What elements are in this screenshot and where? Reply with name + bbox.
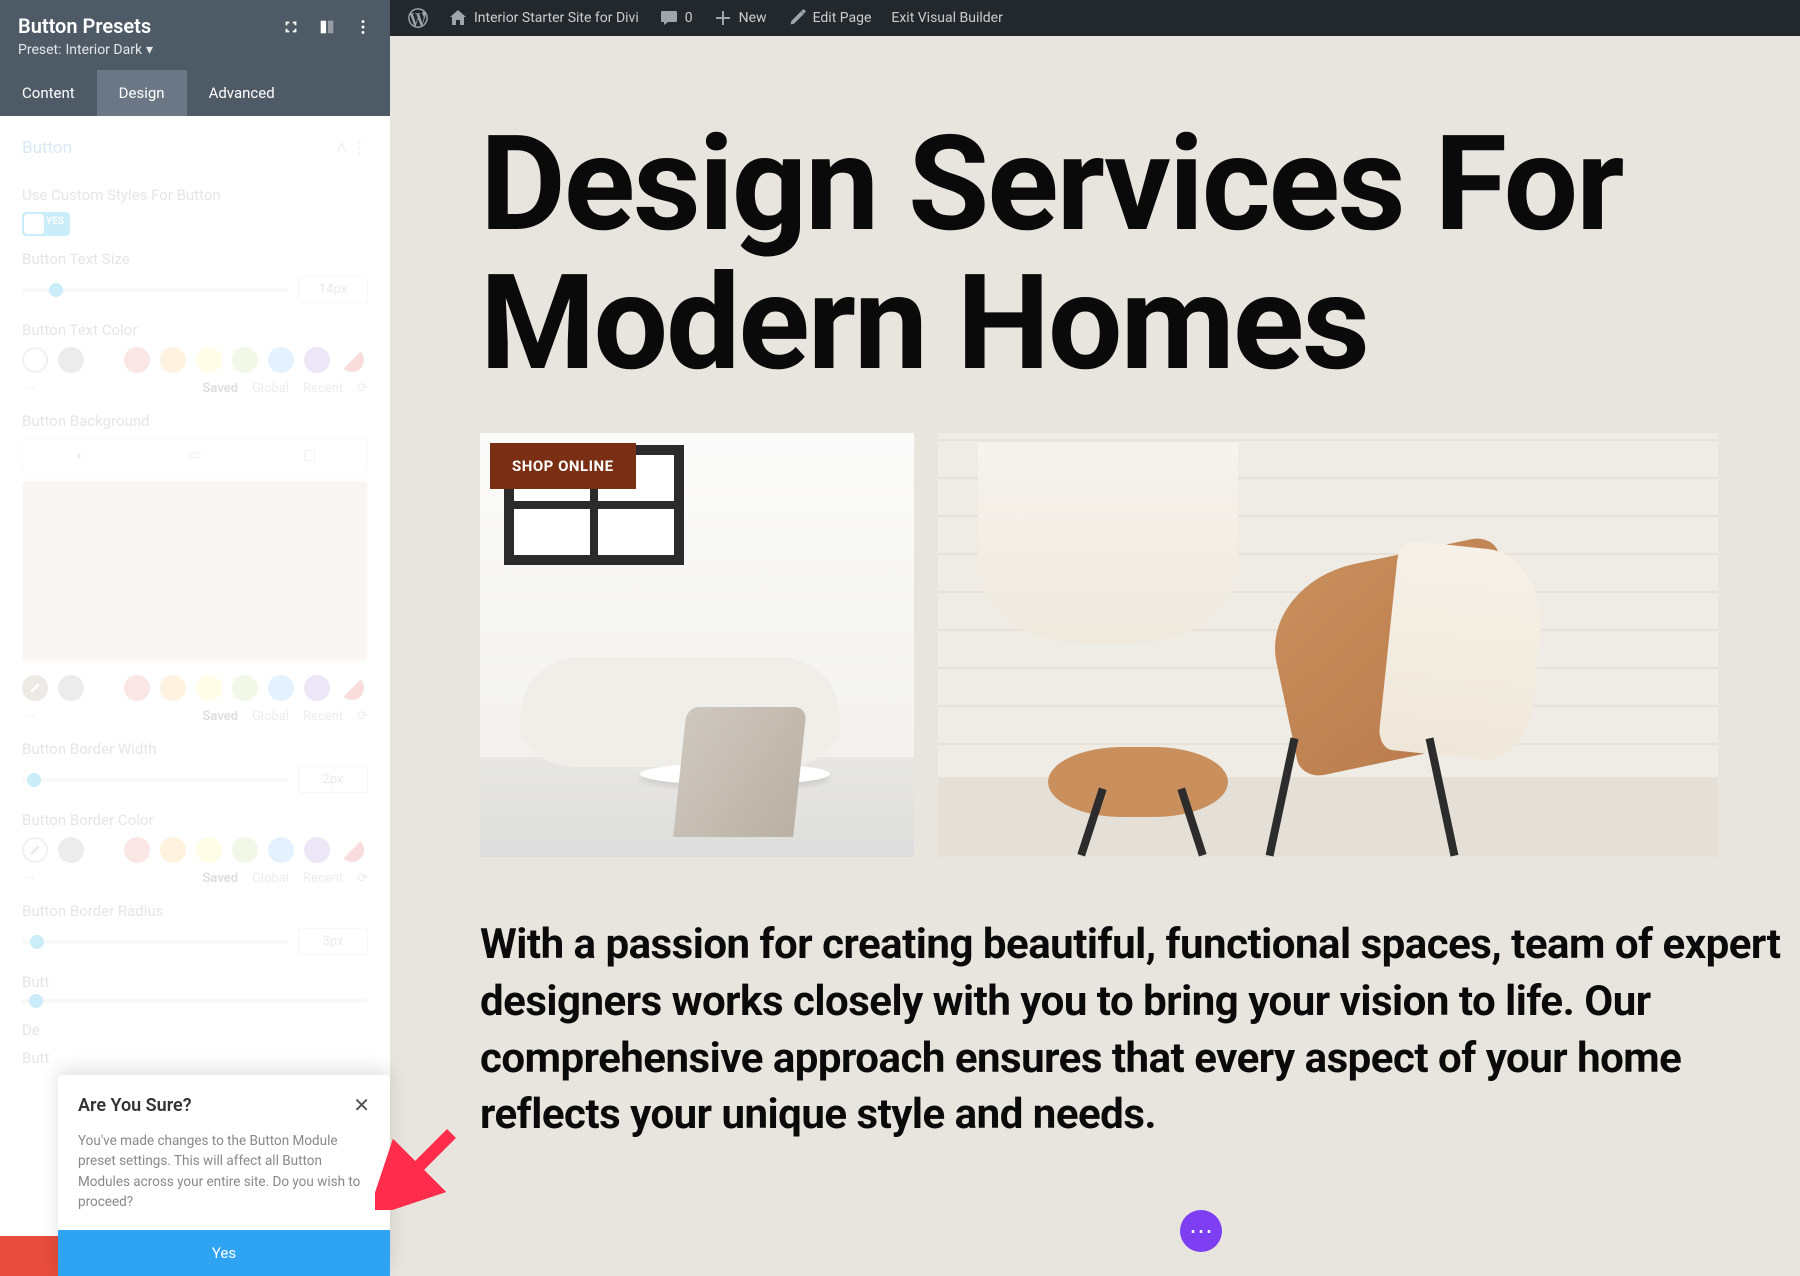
- chevron-down-icon: ▾: [146, 42, 153, 58]
- comment-icon: [659, 8, 679, 28]
- confirm-body: You've made changes to the Button Module…: [58, 1125, 390, 1230]
- confirm-yes-button[interactable]: Yes: [58, 1230, 390, 1276]
- cancel-button[interactable]: [0, 1236, 58, 1276]
- sidebar-header: Button Presets Preset: Interior Dark ▾: [0, 0, 390, 70]
- plus-icon: [713, 8, 733, 28]
- hero-image-1: SHOP ONLINE: [480, 433, 914, 857]
- layout-icon[interactable]: [318, 18, 336, 36]
- wordpress-icon: [408, 8, 428, 28]
- new-link[interactable]: New: [703, 0, 777, 36]
- exit-vb-label: Exit Visual Builder: [891, 10, 1002, 26]
- home-icon: [448, 8, 468, 28]
- site-link[interactable]: Interior Starter Site for Divi: [438, 0, 649, 36]
- page-preview: Design Services For Modern Homes SHOP ON…: [390, 36, 1800, 1276]
- edit-page-label: Edit Page: [813, 10, 872, 26]
- tab-design[interactable]: Design: [97, 70, 187, 116]
- confirm-dialog: Are You Sure? ✕ You've made changes to t…: [58, 1075, 390, 1276]
- settings-sidebar: Button Presets Preset: Interior Dark ▾ C…: [0, 0, 390, 1276]
- exit-vb-link[interactable]: Exit Visual Builder: [881, 0, 1012, 36]
- confirm-title: Are You Sure?: [78, 1095, 192, 1116]
- more-icon[interactable]: [354, 18, 372, 36]
- image-row: SHOP ONLINE: [390, 433, 1800, 897]
- preset-selector[interactable]: Preset: Interior Dark ▾: [18, 42, 153, 58]
- site-name: Interior Starter Site for Divi: [474, 10, 639, 26]
- wp-admin-bar: Interior Starter Site for Divi 0 New Edi…: [390, 0, 1800, 36]
- tab-advanced[interactable]: Advanced: [187, 70, 297, 116]
- tab-content[interactable]: Content: [0, 70, 97, 116]
- panel-title: Button Presets: [18, 14, 153, 38]
- comments-count: 0: [685, 10, 693, 26]
- annotation-arrow-icon: [375, 1120, 465, 1214]
- intro-paragraph: With a passion for creating beautiful, f…: [390, 897, 1800, 1144]
- close-icon[interactable]: ✕: [353, 1093, 370, 1117]
- hero-title: Design Services For Modern Homes: [390, 36, 1800, 433]
- new-label: New: [739, 10, 767, 26]
- divi-fab[interactable]: ⋯: [1180, 1210, 1222, 1252]
- pencil-icon: [787, 8, 807, 28]
- expand-icon[interactable]: [282, 18, 300, 36]
- hero-image-2: [938, 433, 1718, 857]
- comments-link[interactable]: 0: [649, 0, 703, 36]
- shop-online-button[interactable]: SHOP ONLINE: [490, 443, 636, 489]
- edit-page-link[interactable]: Edit Page: [777, 0, 882, 36]
- sidebar-tabs: Content Design Advanced: [0, 70, 390, 116]
- dots-icon: ⋯: [1189, 1217, 1213, 1245]
- wp-logo[interactable]: [398, 0, 438, 36]
